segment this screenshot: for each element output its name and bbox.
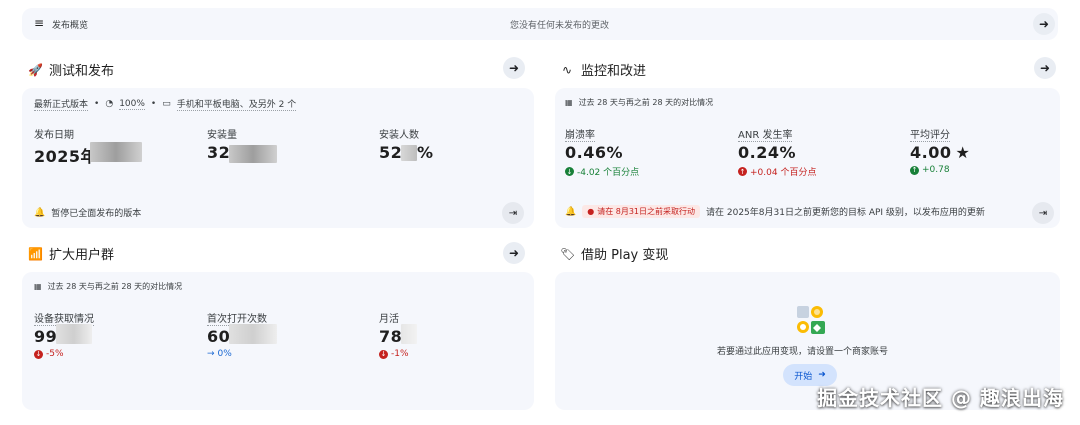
- device-acquisition-value: 99: [34, 327, 58, 346]
- arrow-up-icon: ↑: [738, 167, 747, 176]
- redacted-installs: [229, 145, 277, 163]
- first-opens-value: 60: [207, 327, 231, 346]
- monitor-title: ∿ 监控和改进: [561, 62, 647, 80]
- monetize-title: 🏷 借助 Play 变现: [560, 246, 669, 264]
- monetize-message: 若要通过此应用变现，请设置一个商家账号: [717, 347, 889, 357]
- first-opens-delta: → 0%: [207, 349, 232, 359]
- overview-icon: ≡: [34, 16, 45, 30]
- monitor-period: 过去 28 天与再之前 28 天的对比情况: [578, 98, 714, 107]
- redacted-installers: [401, 145, 417, 161]
- pulse-icon: ∿: [561, 62, 573, 77]
- merchant-illustration: [795, 304, 827, 336]
- test-publish-card: 最新正式版本 • ◔ 100% • ▭ 手机和平板电脑、及另外 2 个 发布日期…: [22, 88, 534, 228]
- bell-icon: 🔔: [565, 206, 577, 217]
- rollout-icon: ◔: [105, 99, 114, 109]
- tag-icon: 🏷: [560, 246, 576, 261]
- audience-card: ▦ 过去 28 天与再之前 28 天的对比情况 设备获取情况 99 ↓ -5% …: [22, 272, 534, 410]
- arrow-down-icon: ↓: [565, 167, 574, 176]
- anr-rate-delta: ↑ +0.04 个百分点: [738, 167, 817, 178]
- devices-text[interactable]: 手机和平板电脑、及另外 2 个: [176, 97, 297, 111]
- mau-label: 月活: [379, 314, 399, 325]
- mau-value: 78: [379, 327, 403, 346]
- bell-icon: 🔔: [34, 207, 46, 218]
- pause-release-text: 暂停已全面发布的版本: [51, 209, 142, 219]
- redacted-first-opens: [229, 324, 277, 344]
- calendar-icon: ▦: [34, 282, 42, 291]
- crash-rate-value: 0.46%: [565, 143, 624, 162]
- installs-label: 安装量: [207, 130, 237, 141]
- monitor-period-row: ▦ 过去 28 天与再之前 28 天的对比情况: [565, 97, 713, 108]
- star-icon: ★: [955, 143, 971, 162]
- alert-badge: ● 请在 8月31日之前采取行动: [582, 205, 701, 218]
- arrow-right-icon: ➜: [818, 370, 826, 380]
- anr-rate-label[interactable]: ANR 发生率: [738, 126, 793, 142]
- installers-suffix: %: [417, 143, 434, 162]
- monitor-arrow-icon[interactable]: ➜: [1034, 57, 1056, 79]
- arrow-down-icon: ↓: [34, 349, 43, 359]
- installers-label: 安装人数: [379, 130, 419, 141]
- audience-title: 📶 扩大用户群: [28, 246, 115, 264]
- test-publish-title: 🚀 测试和发布: [28, 62, 115, 80]
- release-date-value: 2025年: [34, 147, 98, 166]
- audience-period-row: ▦ 过去 28 天与再之前 28 天的对比情况: [34, 281, 182, 292]
- rollout-percent[interactable]: 100%: [119, 99, 145, 110]
- watermark: 掘金技术社区 @ 趣浪出海: [817, 386, 1064, 410]
- rocket-icon: 🚀: [28, 62, 43, 77]
- crash-rate-delta: ↓ -4.02 个百分点: [565, 167, 640, 178]
- test-publish-arrow-icon[interactable]: ➜: [503, 57, 525, 79]
- mau-delta: ↓ -1%: [379, 349, 409, 359]
- growth-icon: 📶: [28, 246, 43, 261]
- avg-rating-label[interactable]: 平均评分: [910, 126, 950, 142]
- pause-release-arrow-icon[interactable]: ⇥: [502, 202, 524, 224]
- release-info-row: 最新正式版本 • ◔ 100% • ▭ 手机和平板电脑、及另外 2 个: [34, 97, 297, 111]
- installs-value: 32: [207, 143, 231, 162]
- pause-release-row: 🔔 暂停已全面发布的版本: [34, 206, 142, 220]
- avg-rating-delta: ↑ +0.78: [910, 165, 950, 175]
- avg-rating-value-row: 4.00 ★: [910, 143, 970, 162]
- redacted-acquisition: [56, 324, 92, 344]
- overview-arrow-icon[interactable]: ➜: [1033, 13, 1055, 35]
- arrow-down-icon: ↓: [379, 349, 388, 359]
- alert-arrow-icon[interactable]: ⇥: [1032, 202, 1054, 224]
- error-icon: ●: [587, 207, 595, 216]
- audience-arrow-icon[interactable]: ➜: [503, 242, 525, 264]
- avg-rating-value: 4.00: [910, 143, 952, 162]
- calendar-icon: ▦: [565, 98, 573, 107]
- redacted-date: [90, 142, 142, 162]
- overview-message: 您没有任何未发布的更改: [510, 21, 610, 31]
- monitor-card: ▦ 过去 28 天与再之前 28 天的对比情况 崩溃率 0.46% ↓ -4.0…: [555, 88, 1060, 228]
- redacted-mau: [401, 324, 417, 344]
- api-alert-row: 🔔 ● 请在 8月31日之前采取行动 请在 2025年8月31日之前更新您的目标…: [565, 205, 985, 218]
- arrow-up-icon: ↑: [910, 165, 919, 175]
- anr-rate-value: 0.24%: [738, 143, 797, 162]
- device-icon: ▭: [162, 99, 171, 109]
- audience-period: 过去 28 天与再之前 28 天的对比情况: [47, 282, 183, 291]
- arrow-right-icon: →: [207, 349, 215, 359]
- overview-title: 发布概览: [52, 21, 89, 31]
- installers-value: 52: [379, 143, 403, 162]
- crash-rate-label[interactable]: 崩溃率: [565, 126, 595, 142]
- release-label[interactable]: 最新正式版本: [34, 97, 89, 111]
- device-acquisition-delta: ↓ -5%: [34, 349, 64, 359]
- overview-bar[interactable]: ≡ 发布概览 您没有任何未发布的更改 ➜: [22, 8, 1058, 40]
- alert-text: 请在 2025年8月31日之前更新您的目标 API 级别，以发布应用的更新: [706, 208, 985, 218]
- release-date-label: 发布日期: [34, 130, 74, 141]
